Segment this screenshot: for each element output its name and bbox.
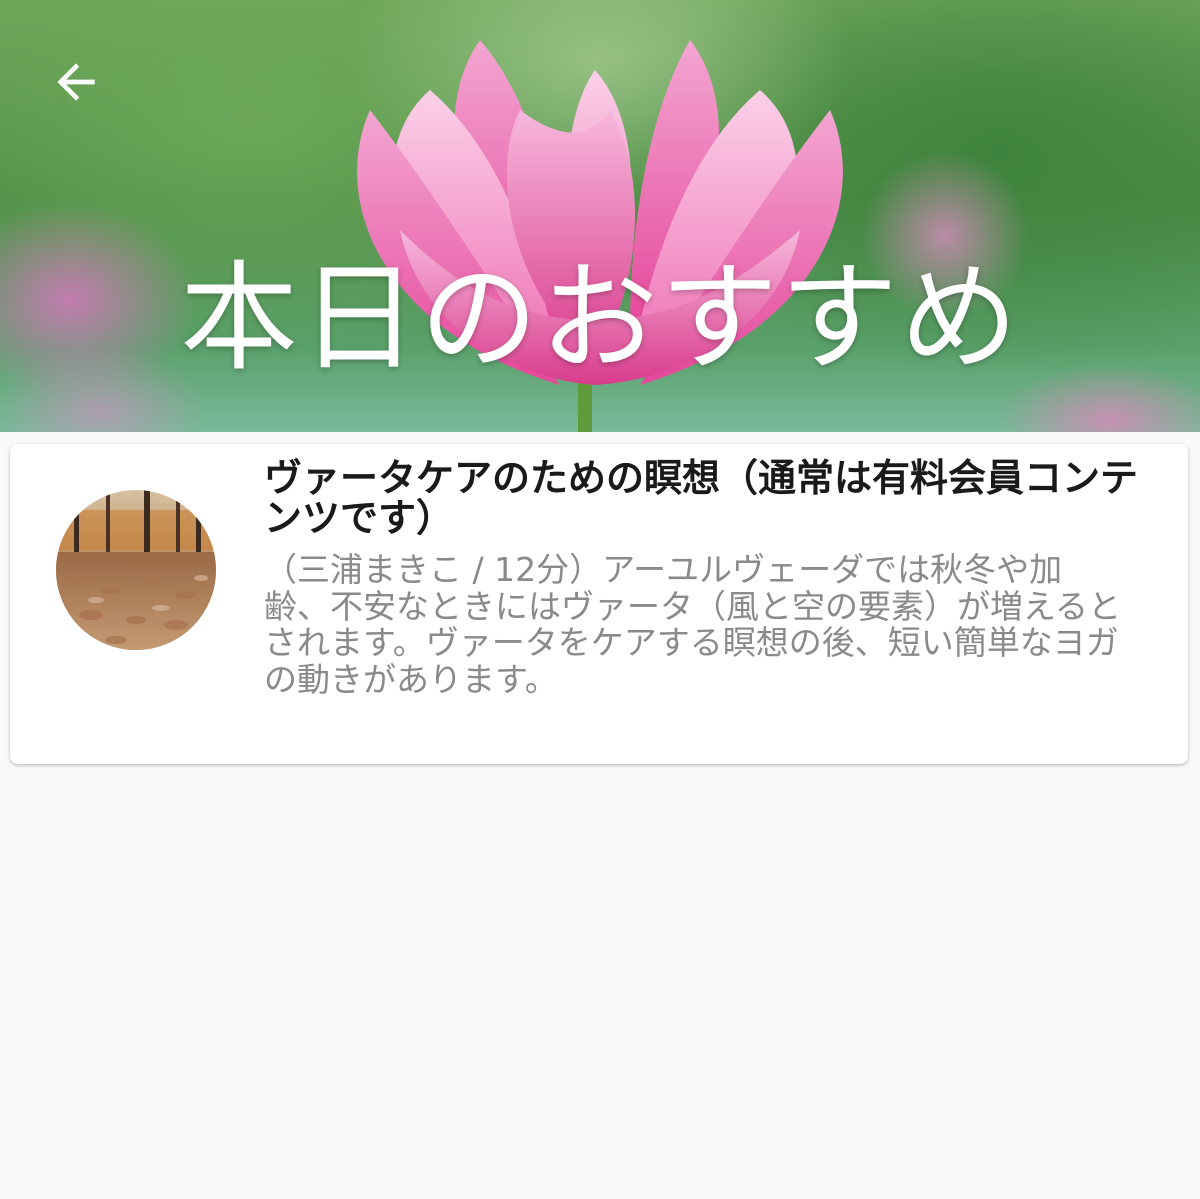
arrow-left-icon [57, 63, 95, 101]
thumbnail-image [56, 490, 216, 650]
header-banner: 本日のおすすめ [0, 0, 1200, 432]
content-card[interactable]: ヴァータケアのための瞑想（通常は有料会員コンテンツです） （三浦まきこ / 12… [10, 444, 1188, 764]
item-description: （三浦まきこ / 12分）アーユルヴェーダでは秋冬や加齢、不安なときにはヴァータ… [264, 550, 1122, 699]
back-button[interactable] [44, 50, 108, 114]
item-title: ヴァータケアのための瞑想（通常は有料会員コンテンツです） [264, 456, 1139, 540]
page-title: 本日のおすすめ [179, 249, 1020, 387]
